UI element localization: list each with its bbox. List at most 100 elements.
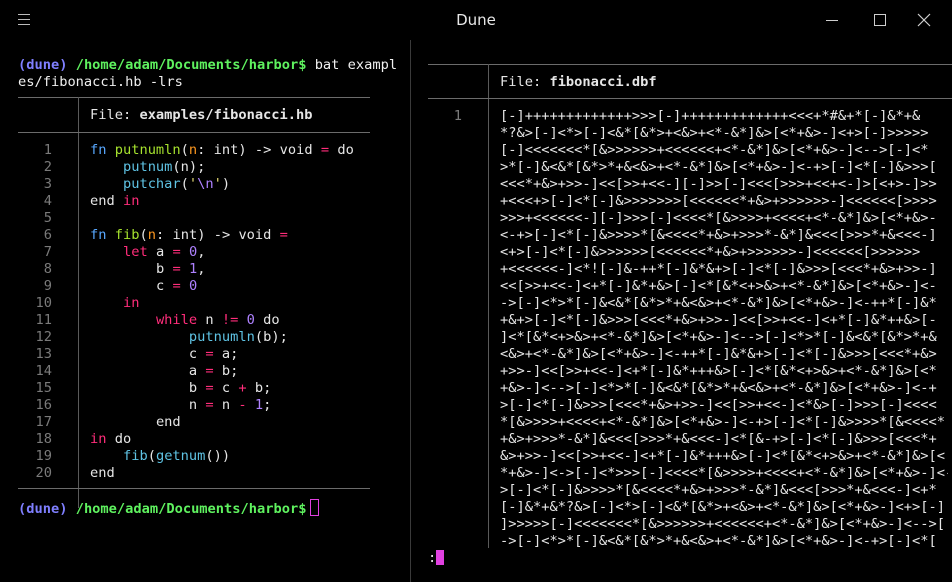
- left-terminal-pane[interactable]: (dune) /home/adam/Documents/harbor$ bat …: [0, 40, 410, 582]
- bf-line: +&>-]<-->[-]<*>*[-]&<&*[&*>*+&<&>+<*-&*]…: [500, 380, 937, 396]
- code-line: b = c + b;: [188, 380, 272, 396]
- bf-line: +>>-]<<[>>+<<-]<+*[-]&*+++&>[-]<*[&*<+>&…: [500, 363, 937, 379]
- bf-line: +&+>[-]<*[-]&>>>[<<<*+&>+>>-]<<[>>+<<-]<…: [500, 312, 937, 328]
- line-number: 2: [43, 159, 52, 175]
- line-number: 17: [35, 414, 52, 430]
- code-view: fn putnumln(n: int) -> void = do putnum(…: [90, 142, 354, 482]
- pager-colon: :: [428, 550, 437, 566]
- header-top-rule: [18, 97, 370, 98]
- code-line: fn fib(n: int) -> void =: [90, 227, 288, 243]
- code-line: c = 0: [155, 278, 198, 294]
- code-line: c = a;: [188, 346, 239, 362]
- bf-line: ->[-]<*>*[-]&<&*[&*>*+&<&>+<*-&*]&>[<*+&…: [500, 533, 937, 548]
- bf-line: +<<<<<<-]<*![-]&-++*[-]&*&+>[-]<*[-]&>>>…: [500, 261, 937, 277]
- bf-line: <-+>[-]<*[-]&>>>>*[&<<<<*+&>+>>>*-&*]&<<…: [500, 227, 937, 243]
- right-terminal-pane[interactable]: File: fibonacci.dbf 1 [-]+++++++++++++>>…: [411, 40, 952, 582]
- line-number: 4: [43, 193, 52, 209]
- bf-line: *+&>-]<->[-]<*>>>[-]<<<<*[&>>>>+<<<<+<*-…: [500, 465, 948, 481]
- bf-line: ->[-]<*>*[-]&<&*[&*>*+&<&>+<*-&*]&>[<*+&…: [500, 295, 937, 311]
- bf-line: <<[>>+<<-]<+*[-]&*+&>[-]<*[&*<+>&>+<*-&*…: [500, 278, 937, 294]
- maximize-icon: [874, 14, 886, 26]
- code-line: a = b;: [188, 363, 239, 379]
- bf-line: >[-]<*[-]&>>>[<<<*+&>+>>-]<<[>>+<<-]<*&>…: [500, 397, 937, 413]
- r-file-label: File:: [500, 74, 550, 90]
- code-line: end: [90, 465, 115, 481]
- window-title: Dune: [456, 11, 496, 29]
- header-bottom-rule: [18, 132, 370, 133]
- code-line: b = 1,: [155, 261, 206, 277]
- line-number: 19: [35, 448, 52, 464]
- line-number: 1: [43, 142, 52, 158]
- line-number: 7: [43, 244, 52, 260]
- shell-prompt-line-2[interactable]: (dune) /home/adam/Documents/harbor$: [18, 499, 320, 518]
- terminal-cursor: [310, 499, 320, 516]
- file-header: File: examples/fibonacci.hb: [90, 107, 313, 123]
- line-number: 11: [35, 312, 52, 328]
- command-text-2: es/fibonacci.hb -lrs: [18, 74, 183, 90]
- bf-line: *?&>[-]<*>[-]<&*[&*>+<&>+<*-&*]&>[<*+&>-…: [500, 125, 929, 141]
- bf-line: ]<*[&*<+>&>+<*-&*]&>[<*+&>-]<-->[-]<*>*[…: [500, 329, 937, 345]
- code-line: end: [155, 414, 181, 430]
- pager-prompt[interactable]: :: [428, 550, 436, 567]
- file-label: File:: [90, 107, 140, 123]
- pager-cursor: [436, 550, 444, 565]
- r-header-top-rule: [428, 64, 952, 65]
- line-number: 20: [35, 465, 52, 481]
- bf-line: [-]<<<<<<<*[&>>>>>>+<<<<<<+<*-&*]&>[<*+&…: [500, 142, 929, 158]
- r-gutter-rule: [488, 64, 489, 548]
- code-line: fib(getnum()): [122, 448, 231, 464]
- code-line: fn putnumln(n: int) -> void = do: [90, 142, 354, 158]
- line-number: 3: [43, 176, 52, 192]
- gutter-rule: [78, 97, 79, 508]
- bf-line: [-]&*+&*?&>[-]<*>[-]<&*[&*>+<&>+<*-&*]&>…: [500, 499, 945, 515]
- line-number: 12: [35, 329, 52, 345]
- line-number-gutter: 1 2 3 4 5 6 7 8 9 10 11 12 13 14 15 16 17 18 19 20: [18, 142, 52, 482]
- bf-line: <+>[-]<*[-]&>>>>>>[<<<<<<*+&>+>>>>>>-]<<…: [500, 244, 921, 260]
- close-button[interactable]: [912, 8, 936, 32]
- bf-code-view: [-]+++++++++++++>>>[-]+++++++++++++<<<+*…: [500, 108, 948, 548]
- bf-line: [-]+++++++++++++>>>[-]+++++++++++++<<<+*…: [500, 108, 921, 124]
- cwd-path: /home/adam/Documents/harbor$: [75, 57, 307, 73]
- line-number: 13: [35, 346, 52, 362]
- cwd-path-2: /home/adam/Documents/harbor$: [75, 501, 307, 517]
- shell-prompt-line: (dune) /home/adam/Documents/harbor$ bat …: [18, 57, 397, 74]
- code-line: in do: [90, 431, 132, 447]
- r-line-number: 1: [453, 108, 462, 124]
- venv-label: (dune): [18, 57, 68, 73]
- line-number: 18: [35, 431, 52, 447]
- minimize-icon: [826, 20, 838, 21]
- bf-line: <<<*+&>+>>-]<<[>>+<<-][-]>>[-]<<<[>>>+<<…: [500, 176, 937, 192]
- line-number: 15: [35, 380, 52, 396]
- bf-line: +<<<+>[-]<*[-]&>>>>>>>[<<<<<<*+&>+>>>>>>…: [500, 193, 937, 209]
- r-file-header: File: fibonacci.dbf: [500, 74, 657, 90]
- bf-line: <&>+<*-&*]&>[<*+&>-]<-++*[-]&*&+>[-]<*[-…: [500, 346, 937, 362]
- bf-line: >>>+<<<<<<-][-]>>>[-]<<<<*[&>>>>+<<<<+<*…: [500, 210, 937, 226]
- code-line: n = n - 1;: [188, 397, 272, 413]
- code-line: putnumln(b);: [188, 329, 288, 345]
- bf-line: ]>>>>>[-]<<<<<<<*[&>>>>>>+<<<<<<+<*-&*]&…: [500, 516, 945, 532]
- r-header-bottom-rule: [428, 98, 952, 99]
- command-text-1: bat exampl: [306, 57, 398, 73]
- line-number: 8: [43, 261, 52, 277]
- code-line: let a = 0,: [122, 244, 206, 260]
- close-icon: [917, 13, 931, 27]
- maximize-button[interactable]: [868, 8, 892, 32]
- code-line: putchar('\n'): [122, 176, 231, 192]
- bf-line: +&>+>>>*-&*]&<<<[>>>*+&<<<-]<*[&-+>[-]<*…: [500, 431, 937, 447]
- line-number: 14: [35, 363, 52, 379]
- bf-line: >[-]<*[-]&>>>>*[&<<<<*+&>+>>>*-&*]&<<<[>…: [500, 482, 937, 498]
- title-bar: Dune: [0, 0, 952, 40]
- code-line: while n != 0 do: [155, 312, 280, 328]
- venv-label-2: (dune): [18, 501, 68, 517]
- bf-line: >*[-]&<&*[&*>*+&<&>+<*-&*]&>[<*+&>-]<-+>…: [500, 159, 937, 175]
- code-line: end in: [90, 193, 140, 209]
- line-number: 9: [43, 278, 52, 294]
- line-number: 16: [35, 397, 52, 413]
- minimize-button[interactable]: [820, 8, 844, 32]
- bf-line: &>+>>-]<<[>>+<<-]<+*[-]&*+++&>[-]<*[&*<+…: [500, 448, 945, 464]
- footer-rule: [18, 488, 370, 489]
- r-file-name: fibonacci.dbf: [549, 74, 657, 90]
- file-name: examples/fibonacci.hb: [139, 107, 313, 123]
- bf-line: *[&>>>>+<<<<+<*-&*]&>[<*+&>-]<-+>[-]<*[-…: [500, 414, 945, 430]
